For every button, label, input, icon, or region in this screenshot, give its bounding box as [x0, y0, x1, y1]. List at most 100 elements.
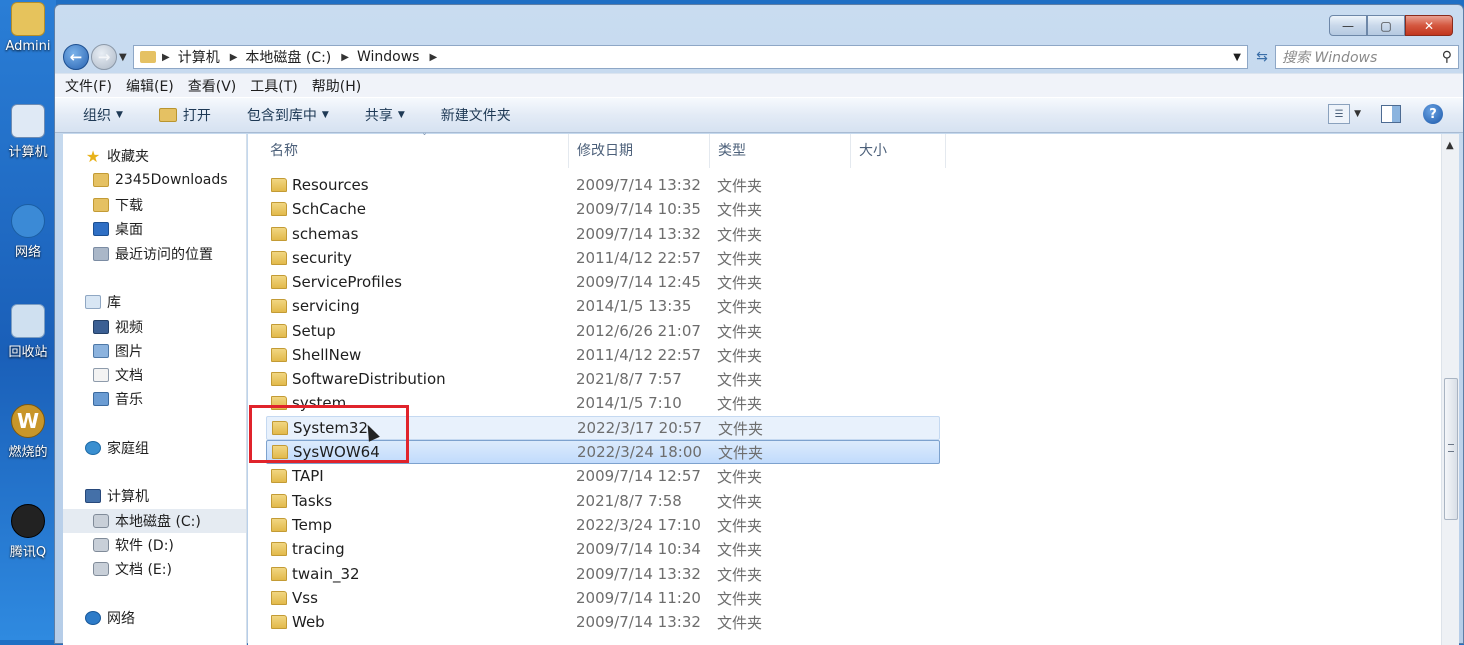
- organize-button[interactable]: 组织 ▼: [83, 105, 123, 125]
- chevron-right-icon[interactable]: ▶: [230, 52, 238, 63]
- chevron-down-icon[interactable]: ▼: [1354, 109, 1361, 119]
- homegroup-icon: [85, 441, 101, 455]
- file-row[interactable]: TAPI 2009/7/14 12:57 文件夹: [266, 464, 940, 488]
- file-row[interactable]: Web 2009/7/14 13:32 文件夹: [266, 610, 940, 634]
- folder-icon: [271, 542, 287, 556]
- include-in-library-button[interactable]: 包含到库中 ▼: [247, 105, 329, 125]
- sidebar-item-drive-c[interactable]: 本地磁盘 (C:): [63, 509, 246, 533]
- menu-bar: 文件(F) 编辑(E) 查看(V) 工具(T) 帮助(H): [55, 73, 1463, 97]
- chevron-right-icon[interactable]: ▶: [162, 52, 170, 63]
- file-row[interactable]: twain_32 2009/7/14 13:32 文件夹: [266, 562, 940, 586]
- chevron-down-icon[interactable]: ▼: [1233, 52, 1241, 63]
- sidebar-item-recent-places[interactable]: 最近访问的位置: [63, 242, 246, 266]
- sidebar-item-homegroup[interactable]: 家庭组: [63, 436, 246, 460]
- preview-pane-button[interactable]: [1381, 105, 1401, 123]
- sidebar-item-label: 软件 (D:): [115, 538, 174, 554]
- sidebar-item-drive-d[interactable]: 软件 (D:): [63, 533, 246, 557]
- file-row[interactable]: SoftwareDistribution 2021/8/7 7:57 文件夹: [266, 367, 940, 391]
- file-type: 文件夹: [717, 297, 763, 316]
- menu-view[interactable]: 查看(V): [188, 76, 237, 96]
- file-row[interactable]: ShellNew 2011/4/12 22:57 文件夹: [266, 343, 940, 367]
- sidebar-item-favorites[interactable]: ★ 收藏夹: [63, 144, 246, 168]
- file-row[interactable]: Tasks 2021/8/7 7:58 文件夹: [266, 489, 940, 513]
- file-row[interactable]: ServiceProfiles 2009/7/14 12:45 文件夹: [266, 270, 940, 294]
- sidebar-item-label: 文档: [115, 368, 143, 384]
- desktop-icon-recycle-bin[interactable]: 回收站: [0, 304, 56, 360]
- menu-tools[interactable]: 工具(T): [250, 76, 297, 96]
- sidebar-item-network[interactable]: 网络: [63, 606, 246, 630]
- file-row[interactable]: schemas 2009/7/14 13:32 文件夹: [266, 222, 940, 246]
- address-bar[interactable]: ▶ 计算机 ▶ 本地磁盘 (C:) ▶ Windows ▶ ▼: [133, 45, 1248, 69]
- sidebar-item-2345downloads[interactable]: 2345Downloads: [63, 168, 246, 192]
- chevron-right-icon[interactable]: ▶: [341, 52, 349, 63]
- column-header-date[interactable]: 修改日期: [569, 134, 710, 168]
- desktop-icon-admin[interactable]: Admini: [0, 2, 56, 54]
- menu-file[interactable]: 文件(F): [65, 76, 112, 96]
- file-row[interactable]: tracing 2009/7/14 10:34 文件夹: [266, 537, 940, 561]
- scrollbar-thumb[interactable]: [1444, 378, 1458, 520]
- breadcrumb-computer[interactable]: 计算机: [178, 47, 220, 67]
- file-row[interactable]: Temp 2022/3/24 17:10 文件夹: [266, 513, 940, 537]
- file-row[interactable]: Resources 2009/7/14 13:32 文件夹: [266, 173, 940, 197]
- column-header-name[interactable]: 名称 ˇ: [262, 133, 569, 168]
- sidebar-item-drive-e[interactable]: 文档 (E:): [63, 557, 246, 581]
- chevron-right-icon[interactable]: ▶: [429, 52, 437, 63]
- sidebar-item-label: 图片: [115, 344, 143, 360]
- file-row[interactable]: servicing 2014/1/5 13:35 文件夹: [266, 294, 940, 318]
- file-date: 2014/1/5 7:10: [576, 394, 682, 412]
- share-label: 共享: [364, 108, 393, 124]
- sidebar-item-desktop[interactable]: 桌面: [63, 217, 246, 241]
- breadcrumb-drive-c[interactable]: 本地磁盘 (C:): [245, 47, 331, 67]
- back-button[interactable]: ←: [63, 44, 89, 70]
- file-type: 文件夹: [718, 443, 764, 462]
- search-input[interactable]: 搜索 Windows ⚲: [1275, 45, 1459, 69]
- search-icon[interactable]: ⚲: [1442, 49, 1452, 65]
- sidebar-item-documents[interactable]: 文档: [63, 363, 246, 387]
- desktop-icon-network[interactable]: 网络: [0, 204, 56, 260]
- qq-icon: [11, 504, 45, 538]
- file-date: 2022/3/24 17:10: [576, 516, 701, 534]
- desktop-icon-computer[interactable]: 计算机: [0, 104, 56, 160]
- desktop-icon-label: 网络: [14, 245, 41, 260]
- column-header-size[interactable]: 大小: [851, 134, 946, 168]
- file-type: 文件夹: [717, 273, 763, 292]
- desktop-icon-qq[interactable]: 腾讯Q: [0, 504, 56, 560]
- close-button[interactable]: ✕: [1405, 15, 1453, 36]
- desktop-icon-game[interactable]: W 燃烧的: [0, 404, 56, 460]
- maximize-button[interactable]: ▢: [1367, 15, 1405, 36]
- scroll-up-icon[interactable]: ▲: [1446, 140, 1454, 151]
- open-button[interactable]: 打开: [158, 105, 211, 125]
- forward-button[interactable]: →: [91, 44, 117, 70]
- file-date: 2011/4/12 22:57: [576, 249, 701, 267]
- breadcrumb-windows[interactable]: Windows: [357, 49, 420, 65]
- folder-icon: [271, 275, 287, 289]
- sidebar-item-label: 网络: [107, 611, 135, 627]
- sidebar-item-libraries[interactable]: 库: [63, 290, 246, 314]
- sidebar-item-pictures[interactable]: 图片: [63, 339, 246, 363]
- vertical-scrollbar[interactable]: ▲: [1441, 134, 1459, 645]
- view-options-button[interactable]: ☰: [1328, 104, 1351, 124]
- menu-help[interactable]: 帮助(H): [312, 76, 361, 96]
- organize-label: 组织: [83, 108, 111, 124]
- file-date: 2011/4/12 22:57: [576, 346, 701, 364]
- sidebar-item-videos[interactable]: 视频: [63, 315, 246, 339]
- file-type: 文件夹: [717, 370, 763, 389]
- sidebar-item-computer[interactable]: 计算机: [63, 484, 246, 508]
- menu-edit[interactable]: 编辑(E): [126, 76, 174, 96]
- minimize-button[interactable]: —: [1329, 15, 1367, 36]
- new-folder-button[interactable]: 新建文件夹: [441, 105, 511, 125]
- open-folder-icon: [158, 108, 177, 122]
- file-row[interactable]: Vss 2009/7/14 11:20 文件夹: [266, 586, 940, 610]
- file-row[interactable]: Setup 2012/6/26 21:07 文件夹: [266, 319, 940, 343]
- refresh-button[interactable]: ⇆: [1251, 45, 1273, 69]
- file-row[interactable]: security 2011/4/12 22:57 文件夹: [266, 246, 940, 270]
- column-header-type[interactable]: 类型: [710, 134, 851, 168]
- recent-pages-dropdown[interactable]: ▼: [119, 52, 131, 63]
- share-button[interactable]: 共享 ▼: [365, 105, 405, 125]
- video-library-icon: [93, 320, 109, 334]
- help-button[interactable]: ?: [1423, 104, 1443, 124]
- arrow-right-icon: →: [97, 48, 111, 66]
- sidebar-item-music[interactable]: 音乐: [63, 387, 246, 411]
- sidebar-item-downloads[interactable]: 下载: [63, 193, 246, 217]
- file-row[interactable]: SchCache 2009/7/14 10:35 文件夹: [266, 197, 940, 221]
